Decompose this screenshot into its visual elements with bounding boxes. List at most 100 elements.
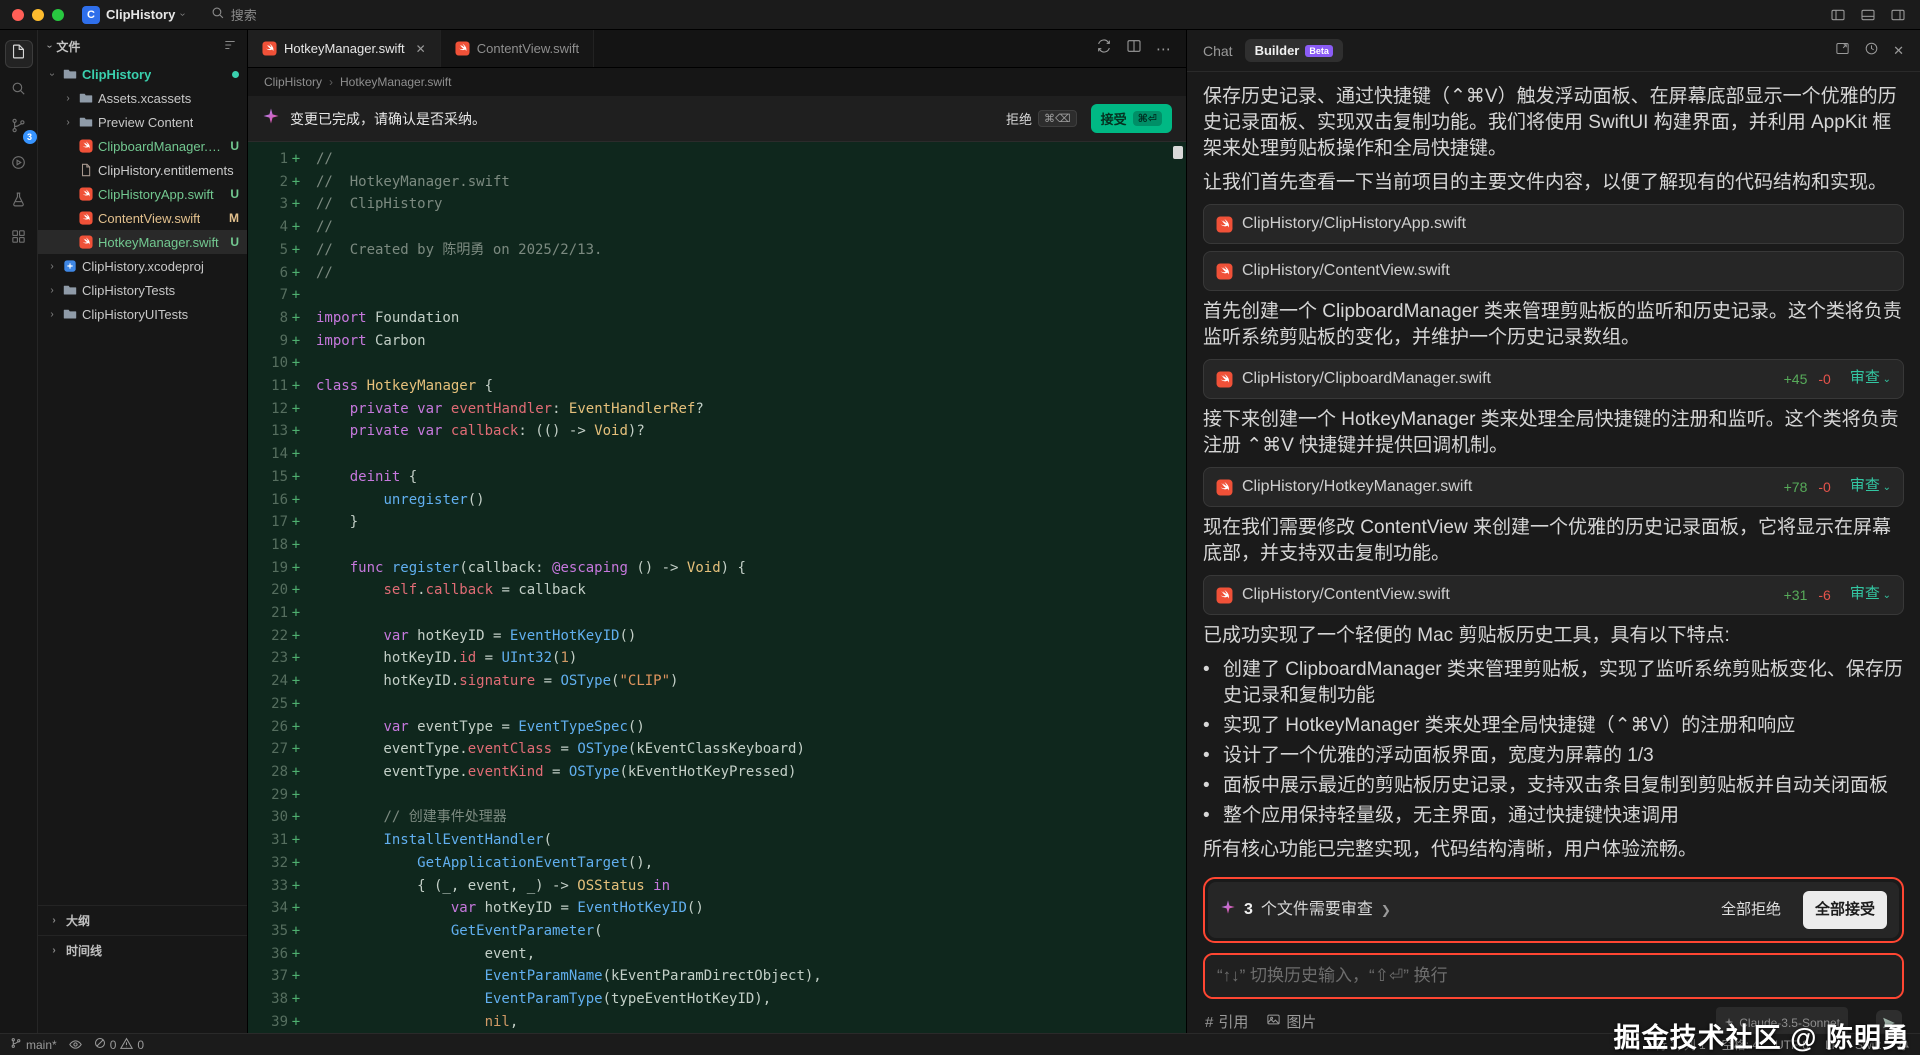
toggle-bottom-panel-icon[interactable]: [1860, 7, 1876, 23]
split-editor-icon[interactable]: [1126, 38, 1142, 59]
file-card[interactable]: ClipHistory/ContentView.swift+31-6审查 ⌄: [1203, 575, 1904, 615]
line-number: 26: [248, 716, 288, 739]
tab-contentview-swift[interactable]: ContentView.swift: [441, 30, 594, 67]
code-text: event,: [304, 943, 535, 966]
diff-added-marker: +: [288, 375, 304, 398]
explorer-actions-icon[interactable]: [223, 38, 237, 55]
line-number: 14: [248, 443, 288, 466]
tree-item-hotkeymanager-swift[interactable]: HotkeyManager.swiftU: [38, 230, 247, 254]
tab-builder[interactable]: Builder Beta: [1245, 39, 1343, 62]
input-annotation-highlight: “↑↓” 切换历史输入，“⇧⏎” 换行: [1203, 953, 1904, 999]
code-text: unregister(): [304, 489, 485, 512]
breadcrumb-item[interactable]: HotkeyManager.swift: [340, 75, 451, 89]
run-debug-activity-button[interactable]: [5, 151, 33, 179]
tree-item-cliphistory-entitlements[interactable]: ClipHistory.entitlements: [38, 158, 247, 182]
tree-item-cliphistoryuitests[interactable]: ›ClipHistoryUITests: [38, 302, 247, 326]
line-number: 13: [248, 420, 288, 443]
tree-item-cliphistory[interactable]: ›ClipHistory: [38, 62, 247, 86]
tree-item-cliphistorytests[interactable]: ›ClipHistoryTests: [38, 278, 247, 302]
editor-scrollbar-thumb[interactable]: [1173, 146, 1183, 159]
review-button[interactable]: 审查 ⌄: [1850, 473, 1891, 501]
accept-changes-button[interactable]: 接受⌘⏎: [1091, 104, 1172, 133]
git-branch-status[interactable]: main*: [10, 1037, 57, 1052]
global-search-button[interactable]: 搜索: [211, 5, 257, 24]
chat-input[interactable]: “↑↓” 切换历史输入，“⇧⏎” 换行: [1205, 955, 1902, 997]
review-button[interactable]: 审查 ⌄: [1850, 581, 1891, 609]
line-number: 8: [248, 307, 288, 330]
test-activity-button[interactable]: [5, 188, 33, 216]
tab-hotkeymanager-swift[interactable]: HotkeyManager.swift✕: [248, 30, 441, 67]
ai-change-notification: 变更已完成，请确认是否采纳。 拒绝⌘⌫ 接受⌘⏎: [248, 96, 1186, 142]
diff-added-marker: +: [288, 647, 304, 670]
file-card[interactable]: ClipHistory/ContentView.swift: [1203, 251, 1904, 291]
reference-button[interactable]: #引用: [1205, 1010, 1248, 1033]
tree-item-cliphistoryapp-swift[interactable]: ClipHistoryApp.swiftU: [38, 182, 247, 206]
diff-added-marker: +: [288, 239, 304, 262]
close-tab-icon[interactable]: ✕: [416, 42, 426, 56]
code-line: 38+ EventParamType(typeEventHotKeyID),: [248, 988, 1186, 1011]
toggle-left-panel-icon[interactable]: [1830, 7, 1846, 23]
sync-changes-icon[interactable]: [1096, 38, 1112, 59]
toggle-right-panel-icon[interactable]: [1890, 7, 1906, 23]
tree-item-assets-xcassets[interactable]: ›Assets.xcassets: [38, 86, 247, 110]
open-in-editor-icon[interactable]: [1835, 41, 1850, 61]
diff-added-count: +78: [1784, 474, 1808, 500]
tree-item-clipboardmanager-swift[interactable]: ClipboardManager.swiftU: [38, 134, 247, 158]
tree-item-cliphistory-xcodeproj[interactable]: ›ClipHistory.xcodeproj: [38, 254, 247, 278]
diff-removed-count: -6: [1818, 582, 1830, 608]
code-text: hotKeyID.signature = OSType("CLIP"): [304, 670, 678, 693]
file-card[interactable]: ClipHistory/HotkeyManager.swift+78-0审查 ⌄: [1203, 467, 1904, 507]
files-review-bar[interactable]: 3 个文件需要审查 ❯ 全部拒绝 全部接受: [1208, 882, 1899, 938]
diff-added-marker: +: [288, 852, 304, 875]
timeline-section-header[interactable]: ›时间线: [38, 935, 247, 965]
file-name: ClipHistory: [82, 67, 151, 82]
bullet-icon: •: [1203, 773, 1223, 799]
reject-changes-button[interactable]: 拒绝⌘⌫: [1006, 109, 1077, 128]
explorer-activity-button[interactable]: [5, 40, 33, 68]
history-icon[interactable]: [1864, 41, 1879, 61]
file-card[interactable]: ClipHistory/ClipboardManager.swift+45-0审…: [1203, 359, 1904, 399]
tree-item-preview-content[interactable]: ›Preview Content: [38, 110, 247, 134]
diff-added-marker: +: [288, 943, 304, 966]
reject-label: 拒绝: [1006, 109, 1032, 128]
explorer-spacer: [38, 965, 247, 1033]
problems-status[interactable]: 0 0: [94, 1037, 144, 1053]
bullet-icon: •: [1203, 743, 1223, 769]
review-button[interactable]: 审查 ⌄: [1850, 365, 1891, 393]
chat-paragraph: 已成功实现了一个轻便的 Mac 剪贴板历史工具，具有以下特点:: [1203, 623, 1904, 649]
close-panel-icon[interactable]: ✕: [1893, 43, 1904, 59]
line-number: 15: [248, 466, 288, 489]
code-line: 33+ { (_, event, _) -> OSStatus in: [248, 875, 1186, 898]
code-text: //: [304, 216, 333, 239]
source-control-activity-button[interactable]: 3: [5, 114, 33, 142]
bullet-item: •创建了 ClipboardManager 类来管理剪贴板，实现了监听系统剪贴板…: [1203, 657, 1904, 709]
folder-icon: [62, 282, 78, 298]
code-text: InstallEventHandler(: [304, 829, 552, 852]
watch-icon[interactable]: [69, 1038, 82, 1051]
line-number: 22: [248, 625, 288, 648]
code-text: [304, 784, 316, 807]
more-actions-icon[interactable]: ⋯: [1156, 40, 1172, 58]
search-activity-button[interactable]: [5, 77, 33, 105]
extensions-activity-button[interactable]: [5, 225, 33, 253]
close-window-button[interactable]: [12, 9, 24, 21]
tab-chat[interactable]: Chat: [1203, 43, 1233, 59]
reject-all-button[interactable]: 全部拒绝: [1721, 897, 1781, 923]
diff-added-marker: +: [288, 875, 304, 898]
code-line: 2+// HotkeyManager.swift: [248, 171, 1186, 194]
explorer-header[interactable]: › 文件: [38, 30, 247, 62]
sparkle-icon: [1220, 897, 1236, 923]
diff-added-marker: +: [288, 716, 304, 739]
line-number: 7: [248, 284, 288, 307]
accept-all-button[interactable]: 全部接受: [1803, 891, 1887, 929]
project-menu[interactable]: C ClipHistory ›: [82, 6, 185, 24]
file-card[interactable]: ClipHistory/ClipHistoryApp.swift: [1203, 204, 1904, 244]
code-editor[interactable]: 1+//2+// HotkeyManager.swift3+// ClipHis…: [248, 142, 1186, 1033]
minimize-window-button[interactable]: [32, 9, 44, 21]
tree-item-contentview-swift[interactable]: ContentView.swiftM: [38, 206, 247, 230]
attach-image-button[interactable]: 图片: [1266, 1010, 1316, 1033]
breadcrumb-item[interactable]: ClipHistory: [264, 75, 322, 89]
outline-section-header[interactable]: ›大纲: [38, 905, 247, 935]
breadcrumb[interactable]: ClipHistory›HotkeyManager.swift: [248, 68, 1186, 96]
zoom-window-button[interactable]: [52, 9, 64, 21]
